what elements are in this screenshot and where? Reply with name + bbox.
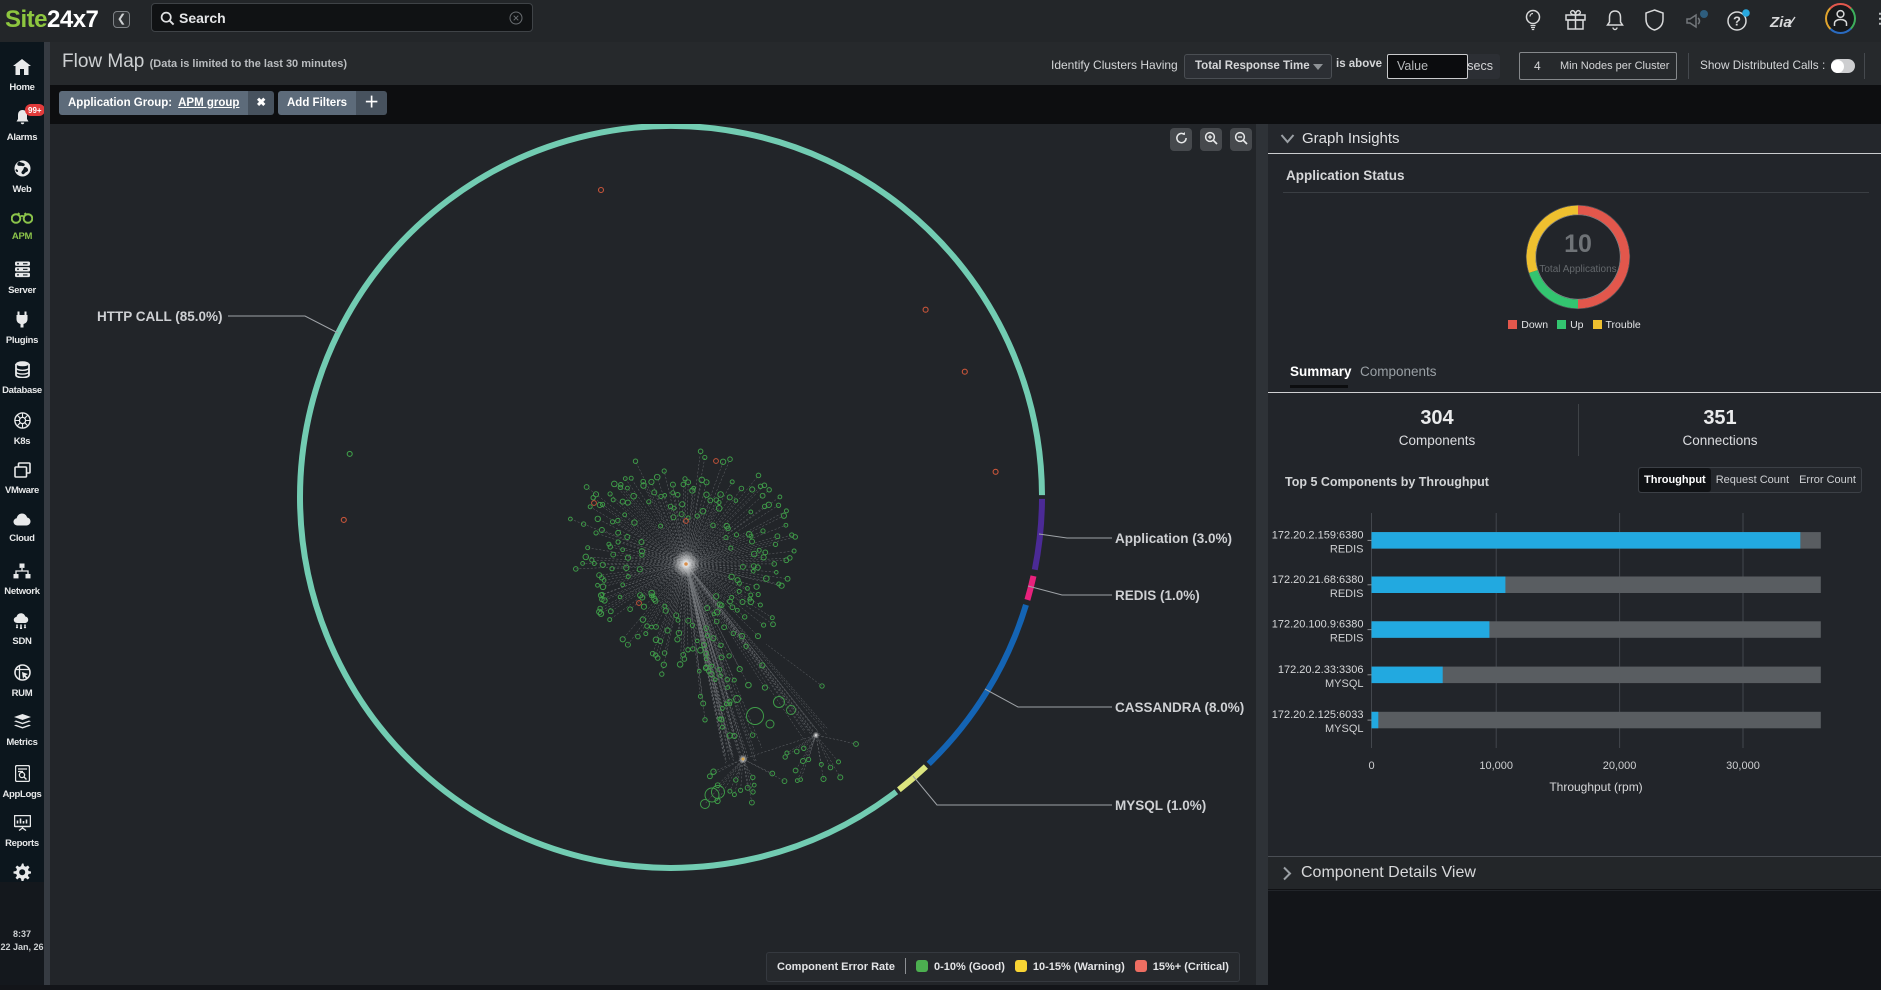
svg-text:172.20.100.9:6380: 172.20.100.9:6380 — [1272, 619, 1364, 631]
svg-text:MYSQL: MYSQL — [1325, 723, 1364, 735]
svg-text:Total Applications: Total Applications — [1539, 264, 1616, 275]
svg-text:Application (3.0%): Application (3.0%) — [1115, 531, 1232, 546]
svg-text:MYSQL (1.0%): MYSQL (1.0%) — [1115, 798, 1206, 813]
svg-text:30,000: 30,000 — [1726, 760, 1760, 772]
svg-text:10,000: 10,000 — [1479, 760, 1513, 772]
svg-text:20,000: 20,000 — [1603, 760, 1637, 772]
svg-text:10: 10 — [1564, 230, 1592, 258]
svg-text:Zia: Zia — [1769, 14, 1792, 31]
svg-text:172.20.2.33:3306: 172.20.2.33:3306 — [1278, 664, 1364, 676]
svg-text:172.20.2.159:6380: 172.20.2.159:6380 — [1272, 529, 1364, 541]
svg-text:REDIS: REDIS — [1330, 543, 1364, 555]
svg-text:REDIS: REDIS — [1330, 633, 1364, 645]
svg-text:REDIS (1.0%): REDIS (1.0%) — [1115, 588, 1200, 603]
svg-text:MYSQL: MYSQL — [1325, 678, 1364, 690]
svg-text:172.20.21.68:6380: 172.20.21.68:6380 — [1272, 574, 1364, 586]
svg-text:?: ? — [1733, 14, 1741, 29]
svg-text:HTTP CALL (85.0%): HTTP CALL (85.0%) — [97, 309, 223, 324]
svg-text:172.20.2.125:6033: 172.20.2.125:6033 — [1272, 709, 1364, 721]
svg-text:REDIS: REDIS — [1330, 588, 1364, 600]
svg-text:CASSANDRA (8.0%): CASSANDRA (8.0%) — [1115, 700, 1244, 715]
svg-text:0: 0 — [1368, 760, 1374, 772]
svg-text:Throughput (rpm): Throughput (rpm) — [1549, 780, 1642, 794]
